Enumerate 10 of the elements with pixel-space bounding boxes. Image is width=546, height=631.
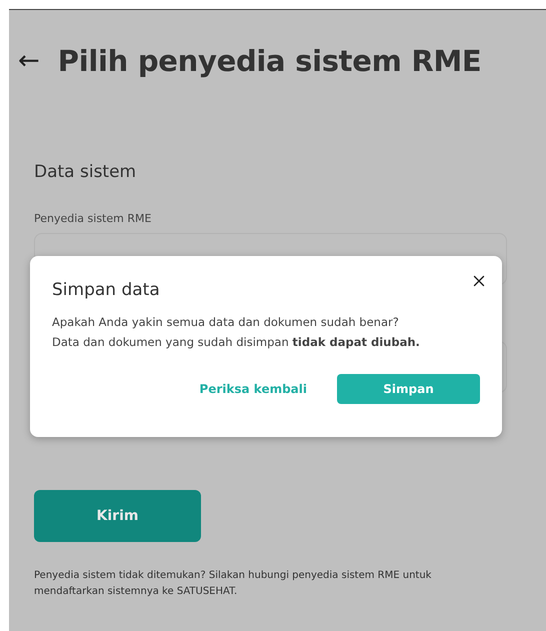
field-label: Penyedia sistem RME	[34, 212, 152, 225]
dialog-message: Apakah Anda yakin semua data dan dokumen sudah benar? Data dan dokumen yang sudah disimpan tidak dapat diubah.	[52, 314, 421, 351]
save-button[interactable]: Simpan	[337, 374, 480, 404]
help-text: Penyedia sistem tidak ditemukan? Silakan hubungi penyedia sistem RME untuk mendaftarkan sistemnya ke SATUSEHAT.	[34, 569, 432, 599]
page-title: Pilih penyedia sistem RME	[58, 44, 482, 78]
review-link[interactable]: Periksa kembali	[195, 378, 311, 400]
back-arrow[interactable]: ←	[18, 46, 40, 76]
submit-button[interactable]: Kirim	[34, 490, 201, 542]
section-title: Data sistem	[34, 162, 138, 182]
dialog-title: Simpan data	[52, 280, 161, 300]
